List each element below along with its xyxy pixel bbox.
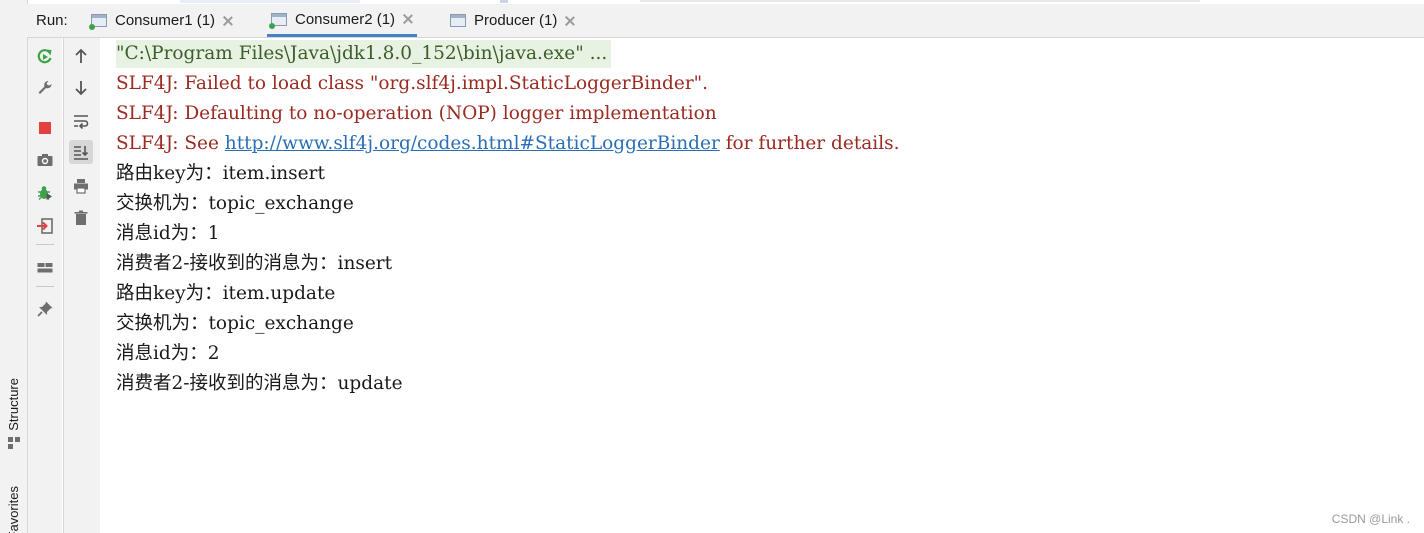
tab-producer[interactable]: Producer (1) [450, 4, 575, 37]
console-output-line: 消费者2-接收到的消息为：insert [116, 253, 393, 274]
tab-label: Consumer2 (1) [295, 10, 396, 28]
tab-label: Consumer1 (1) [115, 12, 216, 29]
structure-side-tab[interactable]: Structure [0, 378, 27, 462]
stop-button[interactable] [33, 116, 57, 140]
structure-label: Structure [6, 378, 21, 431]
console-error-line: SLF4J: Failed to load class "org.slf4j.i… [116, 73, 709, 94]
run-config-icon [89, 14, 107, 30]
favorites-label: Favorites [6, 486, 21, 533]
run-tool-window: Structure Favorites Run: Consumer1 (1) C… [0, 0, 1424, 533]
error-text: SLF4J: See [116, 133, 225, 154]
pin-icon [37, 301, 53, 317]
run-tabs-header: Run: Consumer1 (1) Consumer2 (1) Produce… [27, 4, 1424, 38]
console-output-line: 消费者2-接收到的消息为：update [116, 373, 403, 394]
dump-threads-button[interactable] [33, 148, 57, 172]
rerun-button[interactable] [33, 44, 57, 68]
console-output-line: 路由key为：item.update [116, 283, 336, 304]
console-output-line: 交换机为：topic_exchange [116, 313, 354, 334]
modify-config-button[interactable] [33, 76, 57, 100]
slf4j-docs-link[interactable]: http://www.slf4j.org/codes.html#StaticLo… [225, 133, 720, 154]
trash-icon [74, 210, 88, 225]
console-error-line: SLF4J: Defaulting to no-operation (NOP) … [116, 103, 717, 124]
close-icon[interactable] [223, 16, 233, 26]
rerun-icon [37, 49, 52, 64]
print-button[interactable] [69, 174, 93, 198]
camera-icon [37, 154, 53, 166]
left-tool-stripe: Structure Favorites [0, 0, 28, 533]
console-output-line: 消息id为：2 [116, 343, 220, 364]
close-icon[interactable] [403, 14, 413, 24]
debug-icon [38, 186, 52, 200]
run-config-icon [450, 14, 466, 27]
scroll-to-end-button[interactable] [69, 140, 93, 164]
layout-icon [37, 263, 53, 273]
console-output-line: 交换机为：topic_exchange [116, 193, 354, 214]
exit-icon [37, 218, 53, 234]
debug-button[interactable] [33, 181, 57, 205]
stop-icon [39, 122, 51, 134]
console-error-line: SLF4J: See http://www.slf4j.org/codes.ht… [116, 130, 900, 158]
arrow-down-icon [75, 81, 87, 96]
next-occurrence-button[interactable] [69, 76, 93, 100]
scroll-to-end-icon [74, 146, 89, 160]
exit-button[interactable] [33, 214, 57, 238]
pin-tab-button[interactable] [33, 297, 57, 321]
previous-occurrence-button[interactable] [69, 44, 93, 68]
layout-button[interactable] [33, 256, 57, 280]
soft-wrap-button[interactable] [69, 109, 93, 133]
run-actions-toolbar [28, 38, 62, 533]
favorites-side-tab[interactable]: Favorites [0, 486, 27, 533]
structure-icon [7, 436, 20, 449]
error-text: for further details. [719, 133, 900, 154]
console-output-line: 消息id为：1 [116, 223, 220, 244]
console-output[interactable]: "C:\Program Files\Java\jdk1.8.0_152\bin\… [100, 38, 1424, 533]
watermark: CSDN @Link . [1331, 512, 1410, 526]
close-icon[interactable] [565, 16, 575, 26]
tab-consumer2[interactable]: Consumer2 (1) [267, 4, 418, 37]
arrow-up-icon [75, 48, 87, 63]
run-config-icon [269, 12, 287, 29]
soft-wrap-icon [74, 115, 89, 130]
console-command-line: "C:\Program Files\Java\jdk1.8.0_152\bin\… [116, 40, 612, 68]
print-icon [74, 179, 88, 194]
wrench-icon [38, 80, 52, 94]
tab-label: Producer (1) [474, 12, 558, 29]
tab-consumer1[interactable]: Consumer1 (1) [89, 4, 233, 37]
console-actions-toolbar [63, 38, 101, 533]
console-output-line: 路由key为：item.insert [116, 163, 325, 184]
run-label: Run: [36, 12, 68, 29]
clear-all-button[interactable] [69, 206, 93, 230]
